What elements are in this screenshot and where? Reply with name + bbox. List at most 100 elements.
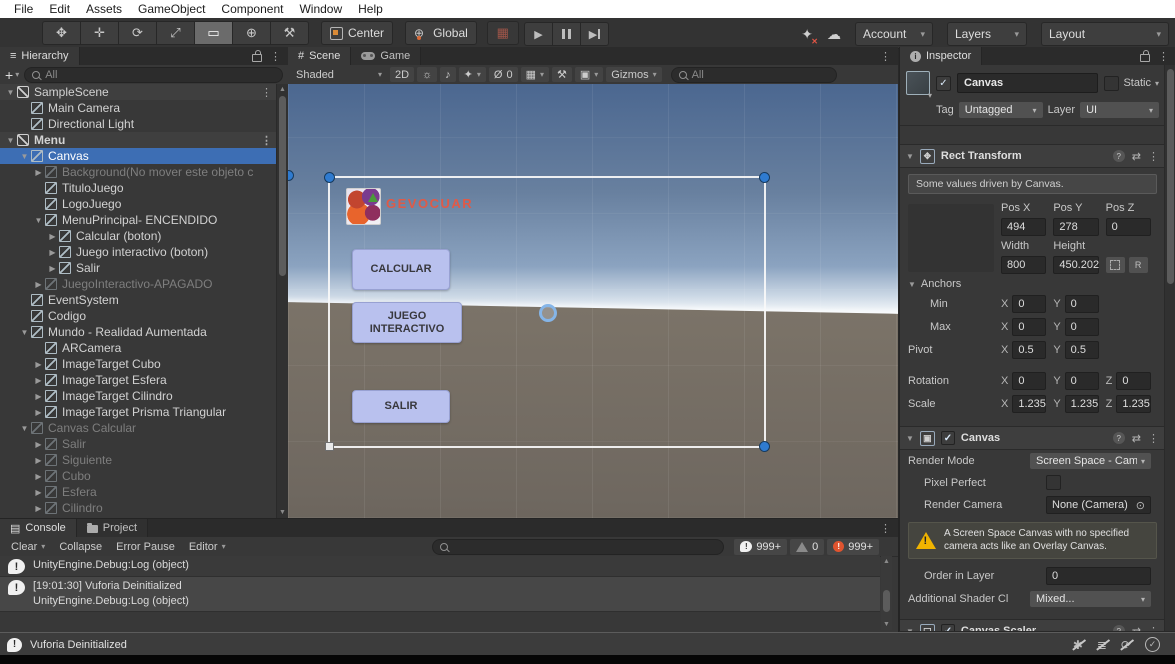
static-checkbox[interactable]: ✓: [1104, 76, 1119, 91]
static-group[interactable]: ✓ Static ▾: [1104, 76, 1159, 91]
grid-snap-button[interactable]: ▦: [487, 21, 519, 45]
component-tools-button[interactable]: ⚒: [552, 67, 572, 82]
expand-arrow[interactable]: ▼: [32, 216, 45, 225]
gameobject-name-field[interactable]: Canvas: [957, 73, 1098, 93]
transform-tool[interactable]: ⊕: [232, 21, 270, 45]
effects-dropdown[interactable]: ✦ ▾: [459, 67, 486, 82]
blueprint-mode-button[interactable]: [1106, 257, 1125, 273]
ui-button-calcular[interactable]: CALCULAR: [352, 249, 450, 290]
anchor-min-y-field[interactable]: 0: [1065, 295, 1099, 313]
expand-arrow[interactable]: ▶: [32, 280, 45, 289]
toggle-2d-button[interactable]: 2D: [390, 67, 414, 82]
anchor-min-x-field[interactable]: 0: [1012, 295, 1046, 313]
console-log-entry[interactable]: !UnityEngine.Debug:Log (object): [0, 556, 880, 577]
pos-y-field[interactable]: 278: [1053, 218, 1098, 236]
hierarchy-item[interactable]: ▼Canvas: [0, 148, 277, 164]
hierarchy-item[interactable]: ▶Cubo: [0, 468, 277, 484]
render-mode-dropdown[interactable]: Screen Space - Came ▾: [1030, 453, 1151, 469]
gizmos-dropdown[interactable]: Gizmos ▾: [606, 67, 661, 82]
menu-window[interactable]: Window: [291, 2, 350, 16]
active-checkbox[interactable]: ✓: [936, 76, 951, 91]
hierarchy-item[interactable]: Codigo: [0, 308, 277, 324]
menu-component[interactable]: Component: [213, 2, 291, 16]
expand-arrow[interactable]: ▼: [18, 424, 31, 433]
draw-mode-dropdown[interactable]: Shaded ▾: [291, 67, 387, 82]
expand-arrow[interactable]: ▼: [4, 88, 17, 97]
rect-handle-bottom-left[interactable]: [325, 442, 334, 451]
step-button[interactable]: ▶: [580, 22, 609, 46]
menu-gameobject[interactable]: GameObject: [130, 2, 213, 16]
hierarchy-item[interactable]: TituloJuego: [0, 180, 277, 196]
play-button[interactable]: ▶: [524, 22, 552, 46]
collapse-button[interactable]: Collapse: [53, 539, 108, 555]
hierarchy-item[interactable]: ▶ImageTarget Cubo: [0, 356, 277, 372]
raw-edit-button[interactable]: R: [1129, 257, 1148, 273]
kebab-menu-icon[interactable]: ⋮: [1148, 432, 1159, 445]
console-scrollbar[interactable]: ▲ ▼: [881, 556, 892, 630]
pivot-mode-button[interactable]: Center: [321, 21, 393, 45]
rotation-x-field[interactable]: 0: [1012, 372, 1046, 390]
console-log-entry[interactable]: ![19:01:30] Vuforia DeinitializedUnityEn…: [0, 577, 880, 612]
pixel-perfect-checkbox[interactable]: ✓: [1046, 475, 1061, 490]
presets-icon[interactable]: ⇄: [1132, 625, 1141, 632]
hierarchy-item[interactable]: LogoJuego: [0, 196, 277, 212]
hidden-objects-button[interactable]: Ø 0: [489, 67, 518, 82]
hierarchy-item[interactable]: EventSystem: [0, 292, 277, 308]
debugger-icon[interactable]: ✱: [1073, 638, 1083, 652]
hierarchy-item[interactable]: Main Camera: [0, 100, 277, 116]
camera-settings-dropdown[interactable]: ▣ ▾: [575, 67, 603, 82]
rotate-tool[interactable]: ⟳: [118, 21, 156, 45]
hierarchy-item[interactable]: ▶Cilindro: [0, 500, 277, 516]
expand-arrow[interactable]: ▶: [32, 360, 45, 369]
hierarchy-item[interactable]: ▶ImageTarget Esfera: [0, 372, 277, 388]
auto-refresh-icon[interactable]: ⟳: [1121, 638, 1131, 652]
collab-icon[interactable]: ✦: [801, 26, 813, 43]
kebab-menu-icon[interactable]: ⋮: [880, 522, 891, 535]
progress-icon[interactable]: ✓: [1145, 637, 1160, 652]
canvas-enabled-checkbox[interactable]: ✓: [941, 431, 955, 445]
expand-arrow[interactable]: ▶: [46, 264, 59, 273]
editor-dropdown[interactable]: Editor ▾: [183, 539, 232, 555]
foldout-icon[interactable]: ▼: [906, 627, 914, 632]
hierarchy-item[interactable]: ▶Background(No mover este objeto c: [0, 164, 277, 180]
game-logo-image[interactable]: [346, 188, 381, 225]
game-title-text[interactable]: GEVOCUAR: [386, 196, 473, 211]
info-count-badge[interactable]: ! 999+: [734, 539, 787, 555]
help-icon[interactable]: ?: [1113, 150, 1125, 162]
custom-tool[interactable]: ⚒: [270, 21, 309, 45]
hierarchy-item[interactable]: ▼MenuPrincipal- ENCENDIDO: [0, 212, 277, 228]
error-count-badge[interactable]: ! 999+: [827, 539, 879, 555]
expand-arrow[interactable]: ▶: [46, 248, 59, 257]
pos-x-field[interactable]: 494: [1001, 218, 1046, 236]
menu-assets[interactable]: Assets: [78, 2, 130, 16]
canvas-scaler-enabled-checkbox[interactable]: ✓: [941, 624, 955, 631]
kebab-menu-icon[interactable]: ⋮: [880, 50, 891, 63]
help-icon[interactable]: ?: [1113, 432, 1125, 444]
expand-arrow[interactable]: ▼: [18, 328, 31, 337]
expand-arrow[interactable]: ▼: [4, 136, 17, 145]
ui-button-juego-interactivo[interactable]: JUEGO INTERACTIVO: [352, 302, 462, 343]
tab-inspector[interactable]: i Inspector: [900, 47, 982, 65]
clear-button[interactable]: Clear ▾: [5, 539, 51, 555]
rect-tool[interactable]: ▭: [194, 21, 232, 45]
expand-arrow[interactable]: ▶: [32, 488, 45, 497]
scene-viewport[interactable]: GEVOCUAR CALCULAR JUEGO INTERACTIVO SALI…: [288, 84, 898, 518]
hierarchy-item[interactable]: ▶Siguiente: [0, 452, 277, 468]
audio-toggle-button[interactable]: ♪: [440, 67, 456, 82]
lock-icon[interactable]: [1140, 54, 1150, 62]
expand-arrow[interactable]: ▶: [32, 392, 45, 401]
hierarchy-item[interactable]: Directional Light: [0, 116, 277, 132]
rect-handle-top-left[interactable]: [324, 172, 335, 183]
account-dropdown[interactable]: Account ▾: [855, 22, 933, 46]
lock-icon[interactable]: [252, 54, 262, 62]
lighting-toggle-button[interactable]: ☼: [417, 67, 437, 82]
hierarchy-item[interactable]: ▼Canvas Calcular: [0, 420, 277, 436]
hand-tool[interactable]: ✥: [42, 21, 80, 45]
inspector-scrollbar[interactable]: [1164, 65, 1175, 631]
kebab-menu-icon[interactable]: ⋮: [261, 134, 272, 147]
error-pause-button[interactable]: Error Pause: [110, 539, 181, 555]
additional-shader-dropdown[interactable]: Mixed... ▾: [1030, 591, 1151, 607]
pivot-x-field[interactable]: 0.5: [1012, 341, 1046, 359]
hierarchy-scrollbar[interactable]: ▲ ▼: [276, 84, 288, 518]
warning-count-badge[interactable]: 0: [790, 539, 824, 555]
